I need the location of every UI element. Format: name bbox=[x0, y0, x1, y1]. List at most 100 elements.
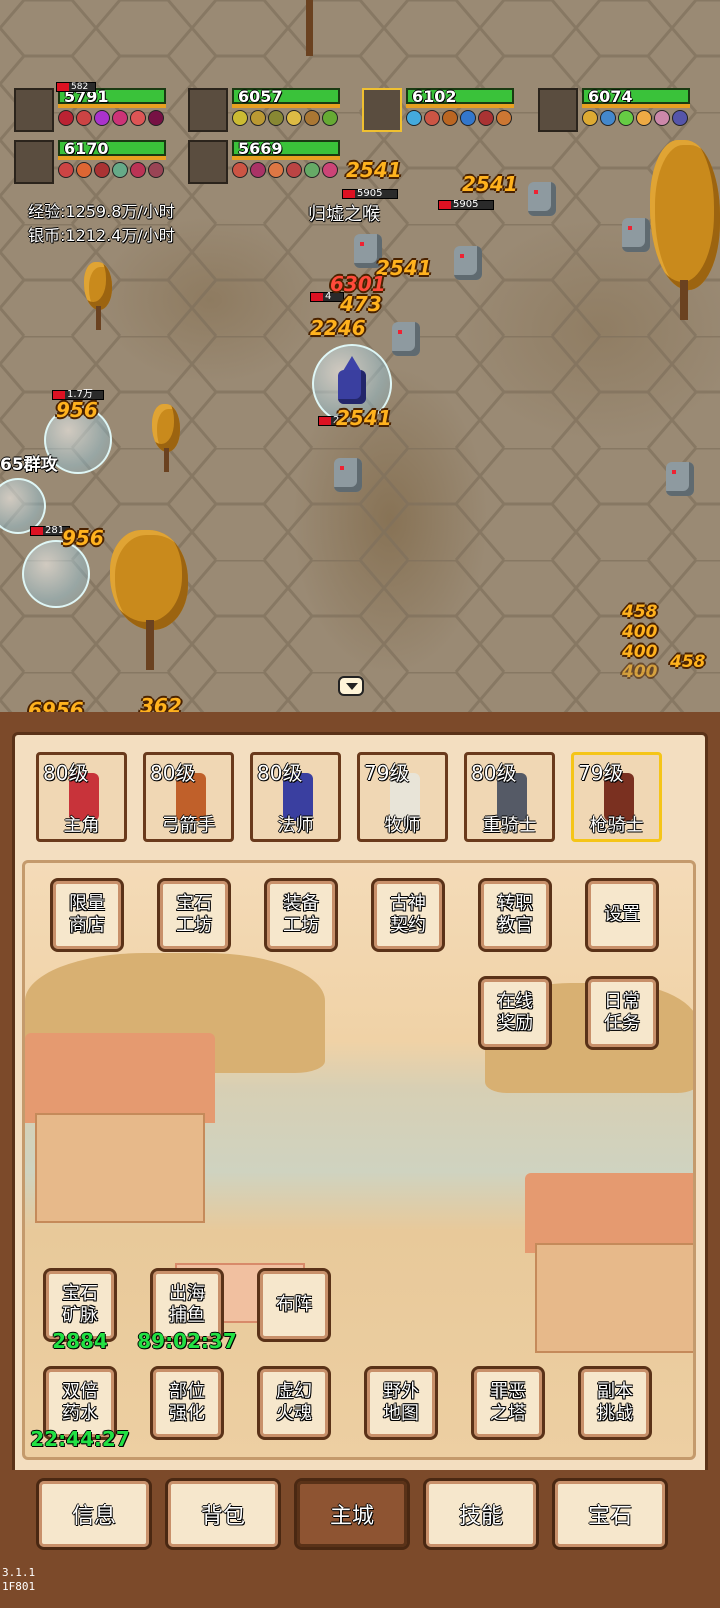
shield-bubble bbox=[22, 540, 90, 608]
zombie-enemy[interactable] bbox=[658, 456, 702, 500]
party-member-5[interactable]: 6170 bbox=[14, 138, 174, 186]
area-title: 归墟之喉 bbox=[308, 204, 380, 225]
hero-hp-bar: 5669 bbox=[232, 140, 340, 157]
nav-main-city[interactable]: 主城 bbox=[294, 1478, 410, 1550]
dungeon-challenge-button[interactable]: 副本挑战 bbox=[578, 1366, 652, 1440]
class-name: 主角 bbox=[63, 815, 100, 836]
damage-number: 2541 bbox=[346, 158, 402, 182]
hero-portrait bbox=[14, 88, 54, 132]
build-line: 1F801 bbox=[2, 1580, 36, 1593]
button-label: 宝石矿脉 bbox=[62, 1283, 98, 1326]
nav-label: 背包 bbox=[200, 1504, 245, 1529]
group-attack-label: 65群攻 bbox=[0, 455, 58, 475]
double-potion-button[interactable]: 双倍药水 22:44:27 bbox=[30, 1366, 130, 1451]
collapse-arrow-icon[interactable] bbox=[338, 676, 364, 696]
gem-mine-button[interactable]: 宝石矿脉 2884 bbox=[43, 1268, 117, 1353]
damage-number: 458 bbox=[622, 602, 658, 622]
hero-hp-bar: 6074 bbox=[582, 88, 690, 105]
hero-skill-icons bbox=[232, 162, 338, 178]
zombie-enemy[interactable] bbox=[614, 212, 658, 256]
hero-mp-bar bbox=[582, 104, 690, 108]
zombie-enemy[interactable] bbox=[446, 240, 490, 284]
class-tab-priest[interactable]: 79级 牧师 bbox=[357, 752, 448, 842]
nav-label: 主城 bbox=[329, 1504, 374, 1529]
class-name: 弓箭手 bbox=[161, 815, 216, 836]
party-member-1[interactable]: 5791 bbox=[14, 86, 174, 134]
class-level: 79级 bbox=[364, 761, 410, 785]
hero-portrait bbox=[538, 88, 578, 132]
evil-tower-button[interactable]: 罪恶之塔 bbox=[471, 1366, 545, 1440]
class-tab-heavy-knight[interactable]: 80级 重骑士 bbox=[464, 752, 555, 842]
zombie-enemy[interactable] bbox=[326, 452, 370, 496]
hero-skill-icons bbox=[232, 110, 338, 126]
battlefield: 5791 6057 6102 6074 6170 5669 582 经验:125… bbox=[0, 0, 720, 740]
enemy-hp-bar: 5905 bbox=[438, 200, 494, 210]
small-bush bbox=[84, 262, 114, 332]
version-label: 3.1.1 1F801 bbox=[2, 1566, 35, 1594]
class-tab-main[interactable]: 80级 主角 bbox=[36, 752, 127, 842]
equipment-workshop-button[interactable]: 装备工坊 bbox=[264, 878, 338, 952]
hero-portrait bbox=[188, 140, 228, 184]
button-label: 出海捕鱼 bbox=[169, 1283, 205, 1326]
class-level: 80级 bbox=[43, 761, 89, 785]
version-line: 3.1.1 bbox=[2, 1566, 36, 1579]
daily-tasks-button[interactable]: 日常任务 bbox=[585, 976, 659, 1050]
small-bush bbox=[152, 404, 182, 474]
gem-workshop-button[interactable]: 宝石工坊 bbox=[157, 878, 231, 952]
damage-number: 473 bbox=[340, 292, 382, 316]
field-map-button[interactable]: 野外地图 bbox=[364, 1366, 438, 1440]
hero-mp-bar bbox=[232, 104, 340, 108]
button-label: 设置 bbox=[604, 904, 640, 925]
class-name: 牧师 bbox=[384, 815, 421, 836]
hero-mp-bar bbox=[232, 156, 340, 160]
online-reward-button[interactable]: 在线奖励 bbox=[478, 976, 552, 1050]
bare-tree bbox=[290, 0, 330, 60]
button-label: 装备工坊 bbox=[283, 893, 319, 936]
ancient-pact-button[interactable]: 古神契约 bbox=[371, 878, 445, 952]
part-enhance-button[interactable]: 部位强化 bbox=[150, 1366, 224, 1440]
settings-button[interactable]: 设置 bbox=[585, 878, 659, 952]
phantom-soul-button[interactable]: 虚幻火魂 bbox=[257, 1366, 331, 1440]
exp-rate: 经验:1259.8万/小时 bbox=[28, 202, 175, 221]
gem-mine-count: 2884 bbox=[52, 1329, 108, 1353]
nav-skills[interactable]: 技能 bbox=[423, 1478, 539, 1550]
hero-hp-bar: 6102 bbox=[406, 88, 514, 105]
class-tab-archer[interactable]: 80级 弓箭手 bbox=[143, 752, 234, 842]
damage-number: 400 bbox=[622, 622, 658, 642]
damage-number: 400 bbox=[622, 662, 658, 682]
class-tabs: 80级 主角 80级 弓箭手 80级 法师 79级 牧师 80级 重骑士 79级… bbox=[36, 752, 676, 844]
button-label: 布阵 bbox=[276, 1294, 312, 1315]
class-change-button[interactable]: 转职教官 bbox=[478, 878, 552, 952]
hero-portrait bbox=[362, 88, 402, 132]
button-label: 日常任务 bbox=[604, 991, 640, 1034]
nav-label: 技能 bbox=[458, 1504, 503, 1529]
button-label: 部位强化 bbox=[169, 1381, 205, 1424]
class-tab-lancer[interactable]: 79级 枪骑士 bbox=[571, 752, 662, 842]
damage-number: 400 bbox=[622, 642, 658, 662]
nav-label: 信息 bbox=[71, 1504, 116, 1529]
sea-fishing-button[interactable]: 出海捕鱼 89:02:37 bbox=[137, 1268, 237, 1353]
class-tab-mage[interactable]: 80级 法师 bbox=[250, 752, 341, 842]
limited-shop-button[interactable]: 限量商店 bbox=[50, 878, 124, 952]
mage-hero[interactable] bbox=[330, 356, 374, 408]
party-member-2[interactable]: 6057 bbox=[188, 86, 348, 134]
nav-bag[interactable]: 背包 bbox=[165, 1478, 281, 1550]
zombie-enemy[interactable] bbox=[520, 176, 564, 220]
class-level: 80级 bbox=[257, 761, 303, 785]
party-member-3[interactable]: 6102 bbox=[362, 86, 522, 134]
nav-info[interactable]: 信息 bbox=[36, 1478, 152, 1550]
formation-button[interactable]: 布阵 bbox=[257, 1268, 331, 1342]
party-member-4[interactable]: 6074 bbox=[538, 86, 698, 134]
zombie-enemy[interactable] bbox=[384, 316, 428, 360]
party-member-6[interactable]: 5669 bbox=[188, 138, 348, 186]
class-level: 79级 bbox=[578, 761, 624, 785]
hero-mp-bar bbox=[58, 104, 166, 108]
damage-number: 458 bbox=[670, 652, 706, 672]
house bbox=[535, 1243, 693, 1353]
autumn-tree bbox=[110, 530, 190, 670]
nav-label: 宝石 bbox=[587, 1504, 632, 1529]
button-label: 古神契约 bbox=[390, 893, 426, 936]
nav-gems[interactable]: 宝石 bbox=[552, 1478, 668, 1550]
button-label: 罪恶之塔 bbox=[490, 1381, 526, 1424]
hero-hp-bar: 6170 bbox=[58, 140, 166, 157]
